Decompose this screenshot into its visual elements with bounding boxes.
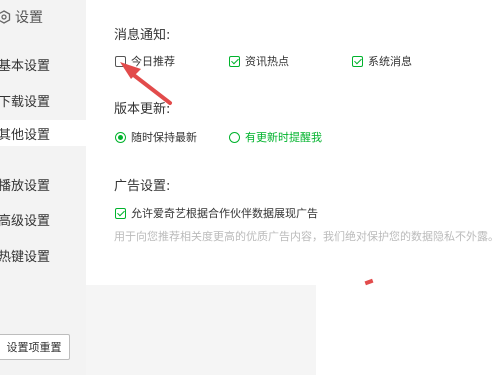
settings-header: 设置 (0, 6, 43, 28)
panel-footer-shade (86, 285, 316, 375)
sidebar: 设置 基本设置 下载设置 其他设置 播放设置 高级设置 热键设置 设置项重置 (0, 0, 86, 375)
sidebar-item-download[interactable]: 下载设置 (0, 87, 86, 113)
ads-hint-text: 用于向您推荐相关度更高的优质广告内容，我们绝对保护您的数据隐私不外露。 (114, 230, 499, 243)
notifications-title: 消息通知: (114, 28, 171, 43)
settings-hexagon-icon (0, 10, 11, 24)
update-title: 版本更新: (114, 102, 171, 117)
option-label: 今日推荐 (131, 55, 175, 68)
option-label: 随时保持最新 (131, 131, 197, 144)
checkbox-checked[interactable] (352, 55, 363, 67)
option-system-messages[interactable]: 系统消息 (352, 53, 412, 69)
sidebar-item-label: 其他设置 (0, 127, 51, 143)
option-allow-partner-ads[interactable]: 允许爱奇艺根据合作伙伴数据展现广告 (115, 205, 318, 221)
checkbox-checked[interactable] (229, 55, 240, 67)
sidebar-item-other[interactable]: 其他设置 (0, 120, 86, 146)
sidebar-item-playback[interactable]: 播放设置 (0, 171, 86, 197)
sidebar-item-basic[interactable]: 基本设置 (0, 51, 86, 77)
option-label: 资讯热点 (245, 55, 289, 68)
sidebar-item-label: 下载设置 (0, 94, 51, 110)
option-today-recommend[interactable]: 今日推荐 (115, 53, 175, 69)
sidebar-item-label: 高级设置 (0, 213, 51, 229)
ads-title: 广告设置: (114, 179, 171, 194)
sidebar-item-label: 基本设置 (0, 58, 51, 74)
sidebar-item-hotkeys[interactable]: 热键设置 (0, 242, 86, 268)
radio-selected[interactable] (115, 131, 126, 143)
radio-notify-update[interactable]: 有更新时提醒我 (229, 129, 322, 145)
reset-settings-button[interactable]: 设置项重置 (0, 334, 70, 360)
checkbox-unchecked[interactable] (115, 55, 126, 67)
option-label: 允许爱奇艺根据合作伙伴数据展现广告 (131, 207, 318, 220)
option-label: 有更新时提醒我 (245, 131, 322, 144)
option-label: 系统消息 (368, 55, 412, 68)
sidebar-item-advanced[interactable]: 高级设置 (0, 206, 86, 232)
radio-always-latest[interactable]: 随时保持最新 (115, 129, 197, 145)
settings-title: 设置 (15, 10, 43, 26)
option-news-hot[interactable]: 资讯热点 (229, 53, 289, 69)
sidebar-item-label: 播放设置 (0, 178, 51, 194)
radio-unselected[interactable] (229, 131, 240, 143)
checkbox-checked[interactable] (115, 207, 126, 219)
sidebar-item-label: 热键设置 (0, 249, 51, 265)
